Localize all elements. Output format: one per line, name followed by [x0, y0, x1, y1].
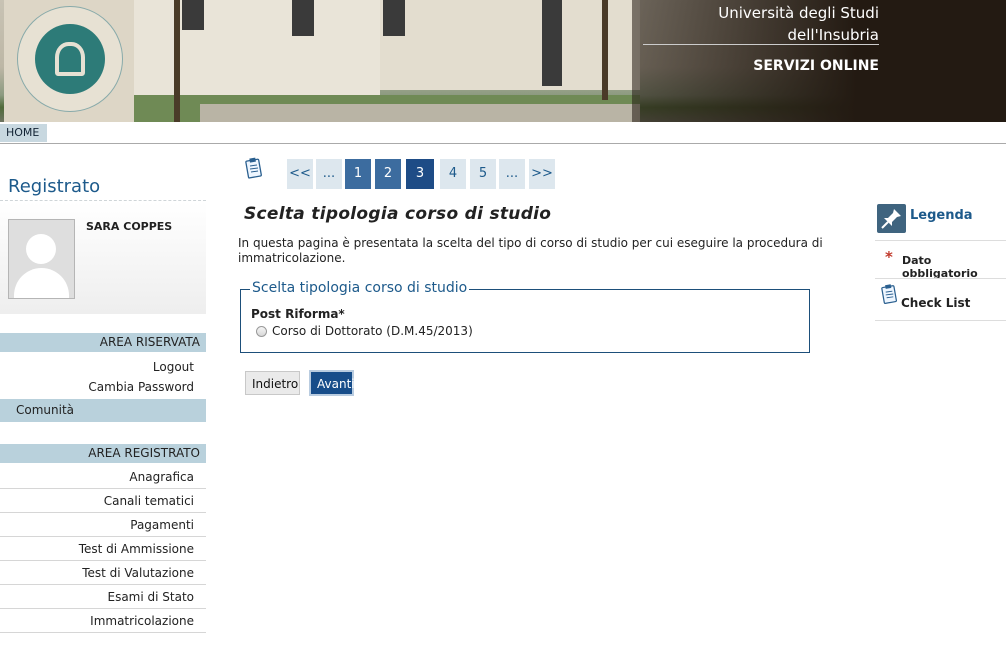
- area-riservata-heading: AREA RISERVATA: [0, 333, 206, 352]
- required-field-label: Dato obbligatorio: [902, 254, 978, 280]
- corso-dottorato-radio[interactable]: [256, 326, 267, 337]
- servizi-online-label: SERVIZI ONLINE: [753, 58, 879, 74]
- building-facade: [130, 0, 380, 95]
- pagination-first[interactable]: <<: [287, 159, 313, 189]
- required-star-icon: *: [885, 248, 893, 266]
- sidebar-item-immatricolazione[interactable]: Immatricolazione: [0, 610, 206, 633]
- sidebar-item-canali-tematici[interactable]: Canali tematici: [0, 490, 206, 513]
- pushpin-icon: [881, 209, 901, 229]
- sidebar-item-logout[interactable]: Logout: [0, 357, 206, 377]
- post-riforma-label: Post Riforma*: [251, 307, 345, 321]
- university-logo: [4, 0, 134, 122]
- fieldset-legend: Scelta tipologia corso di studio: [250, 280, 470, 296]
- sidebar-item-anagrafica[interactable]: Anagrafica: [0, 466, 206, 489]
- back-button[interactable]: Indietro: [245, 371, 300, 395]
- sidebar-item-test-ammissione[interactable]: Test di Ammissione: [0, 538, 206, 561]
- legend-title: Legenda: [910, 208, 973, 223]
- next-button[interactable]: Avanti: [309, 370, 355, 396]
- window: [182, 0, 204, 30]
- home-link[interactable]: HOME: [0, 124, 48, 142]
- window: [292, 0, 314, 36]
- course-type-fieldset: [240, 289, 810, 353]
- doorway: [542, 0, 562, 86]
- checklist-clipboard-icon: [245, 157, 262, 179]
- tree-trunk: [174, 0, 180, 122]
- pin-icon: [877, 204, 906, 233]
- university-name-line2: dell'Insubria: [787, 26, 879, 44]
- user-name: SARA COPPES: [86, 220, 173, 233]
- site-header: Università degli Studi dell'Insubria SER…: [0, 0, 1006, 122]
- corso-dottorato-label[interactable]: Corso di Dottorato (D.M.45/2013): [272, 324, 473, 338]
- page-intro-text: In questa pagina è presentata la scelta …: [238, 236, 823, 265]
- sidebar-item-comunita[interactable]: Comunità: [0, 399, 206, 422]
- sidebar-item-cambia-password[interactable]: Cambia Password: [0, 377, 206, 397]
- checklist-icon: [881, 284, 898, 304]
- sidebar-item-esami-di-stato[interactable]: Esami di Stato: [0, 586, 206, 609]
- legend-divider: [875, 278, 1006, 279]
- legend-divider: [875, 320, 1006, 321]
- avatar-head-icon: [26, 234, 56, 264]
- tree-trunk: [602, 0, 608, 100]
- header-divider: [643, 44, 879, 45]
- university-name-line1: Università degli Studi: [718, 4, 879, 22]
- sidebar-item-pagamenti[interactable]: Pagamenti: [0, 514, 206, 537]
- pagination-page-5[interactable]: 5: [470, 159, 496, 189]
- page-title: Scelta tipologia corso di studio: [244, 204, 552, 224]
- pagination-page-4[interactable]: 4: [440, 159, 466, 189]
- pagination-last[interactable]: >>: [529, 159, 555, 189]
- courtyard-path: [200, 104, 640, 122]
- pagination-page-1[interactable]: 1: [345, 159, 371, 189]
- window: [383, 0, 405, 36]
- pagination-page-3-current: 3: [406, 159, 434, 189]
- avatar-body-icon: [14, 268, 69, 298]
- pagination-page-2[interactable]: 2: [375, 159, 401, 189]
- area-registrato-heading: AREA REGISTRATO: [0, 444, 206, 463]
- checklist-label[interactable]: Check List: [901, 296, 970, 310]
- legend-divider: [875, 240, 1006, 241]
- sidebar-title: Registrato: [8, 176, 101, 197]
- pagination-ellipsis-prev[interactable]: ...: [316, 159, 342, 189]
- building-facade-2: [380, 0, 640, 90]
- university-name: Università degli Studi dell'Insubria: [718, 2, 879, 46]
- pagination-ellipsis-next[interactable]: ...: [499, 159, 525, 189]
- avatar: [8, 219, 75, 299]
- top-nav-bar: HOME: [0, 124, 1006, 144]
- sidebar-item-test-valutazione[interactable]: Test di Valutazione: [0, 562, 206, 585]
- logo-seal-icon: [17, 6, 123, 112]
